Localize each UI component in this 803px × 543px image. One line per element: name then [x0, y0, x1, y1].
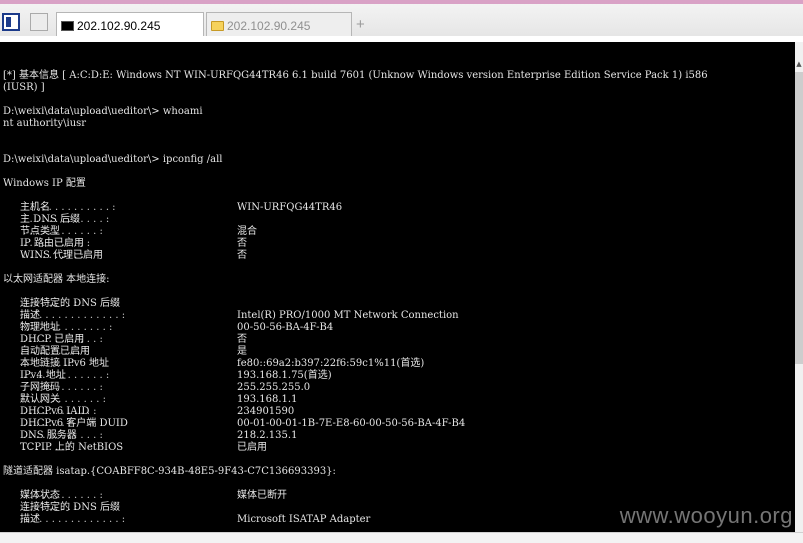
config-key: IP 路由已启用 — [20, 238, 84, 249]
config-key: 连接特定的 DNS 后缀 — [20, 298, 120, 309]
config-key: 节点类型 — [20, 226, 60, 237]
config-value: 混合 — [237, 226, 257, 237]
config-key: WINS 代理已启用 — [20, 250, 104, 261]
add-tab-button[interactable]: + — [356, 16, 365, 33]
config-value: fe80::69a2:b397:22f6:59c1%11(首选) — [237, 358, 425, 369]
config-value: 否 — [237, 250, 247, 261]
config-key: DHCP 已启用 — [20, 334, 85, 345]
config-value: 否 — [237, 334, 247, 345]
config-value: 已启用 — [237, 442, 267, 453]
vertical-scrollbar[interactable]: ▲ — [795, 42, 803, 532]
config-key: 媒体状态 — [20, 490, 60, 501]
config-value: 00-01-00-01-1B-7E-E8-60-00-50-56-BA-4F-B… — [237, 418, 466, 429]
console-line: 隧道适配器 isatap.{COABFF8C-934B-48E5-9F43-C7… — [3, 466, 336, 477]
config-key: 描述 — [20, 310, 40, 321]
config-key: DHCPv6 客户端 DUID — [20, 418, 128, 429]
config-value: Intel(R) PRO/1000 MT Network Connection — [237, 310, 459, 321]
config-value: 媒体已断开 — [237, 490, 287, 501]
config-key: 主机名 — [20, 202, 50, 213]
console-line: 以太网适配器 本地连接: — [3, 274, 110, 285]
tab-file-manager-label: 202.102.90.245 — [227, 19, 311, 33]
config-value: WIN-URFQG44TR46 — [237, 202, 343, 213]
tab-file-manager[interactable]: 202.102.90.245 — [206, 12, 352, 39]
tab-terminal-label: 202.102.90.245 — [77, 19, 161, 33]
config-value: 193.168.1.1 — [237, 394, 298, 405]
console-line: D:\weixi\data\upload\ueditor\> ipconfig … — [3, 154, 223, 165]
config-key: 默认网关 — [20, 394, 60, 405]
console-line: [*] 基本信息 [ A:C:D:E: Windows NT WIN-URFQG… — [3, 70, 708, 81]
config-key: IPv4 地址 — [20, 370, 66, 381]
terminal-icon — [61, 21, 74, 31]
config-key: DNS 服务器 — [20, 430, 77, 441]
config-value: 234901590 — [237, 406, 295, 417]
status-bar — [0, 532, 803, 543]
config-value: 00-50-56-BA-4F-B4 — [237, 322, 334, 333]
config-value: 255.255.255.0 — [237, 382, 311, 393]
console-line: Windows IP 配置 — [3, 178, 86, 189]
console-line: (IUSR) ] — [3, 82, 45, 93]
watermark: www.wooyun.org — [619, 503, 793, 528]
config-key: 自动配置已启用 — [20, 346, 90, 357]
config-dots: . . . . . . . . . . . . . . : — [20, 202, 116, 213]
config-key: 连接特定的 DNS 后缀 — [20, 502, 120, 513]
folder-icon — [211, 21, 224, 31]
console-line: nt authority\iusr — [3, 118, 87, 129]
terminal-toggle-icon[interactable] — [2, 13, 20, 31]
config-key: TCPIP 上的 NetBIOS — [20, 442, 124, 453]
scrollbar-thumb[interactable] — [795, 72, 803, 364]
blank-page-icon[interactable] — [30, 13, 48, 31]
config-dots: . . . . . . . . . . . . . . . . : — [20, 310, 126, 321]
tab-terminal[interactable]: 202.102.90.245 — [56, 12, 204, 39]
config-key: 本地链接 IPv6 地址 — [20, 358, 110, 369]
config-value: 218.2.135.1 — [237, 430, 298, 441]
config-dots: . . . . . . . . . . . . . . . . : — [20, 514, 126, 525]
config-value: 193.168.1.75(首选) — [237, 370, 332, 381]
config-key: 描述 — [20, 514, 40, 525]
config-value: 是 — [237, 346, 247, 357]
config-key: 子网掩码 — [20, 382, 60, 393]
tab-bar: 202.102.90.245 202.102.90.245 + — [0, 0, 803, 39]
config-key: 物理地址 — [20, 322, 60, 333]
config-key: DHCPv6 IAID — [20, 406, 90, 417]
terminal-console[interactable]: [*] 基本信息 [ A:C:D:E: Windows NT WIN-URFQG… — [0, 42, 795, 532]
console-line: D:\weixi\data\upload\ueditor\> whoami — [3, 106, 203, 117]
config-key: 主 DNS 后缀 — [20, 214, 80, 225]
config-value: 否 — [237, 238, 247, 249]
config-value: Microsoft ISATAP Adapter — [237, 514, 371, 525]
scroll-up-icon[interactable]: ▲ — [795, 60, 803, 68]
